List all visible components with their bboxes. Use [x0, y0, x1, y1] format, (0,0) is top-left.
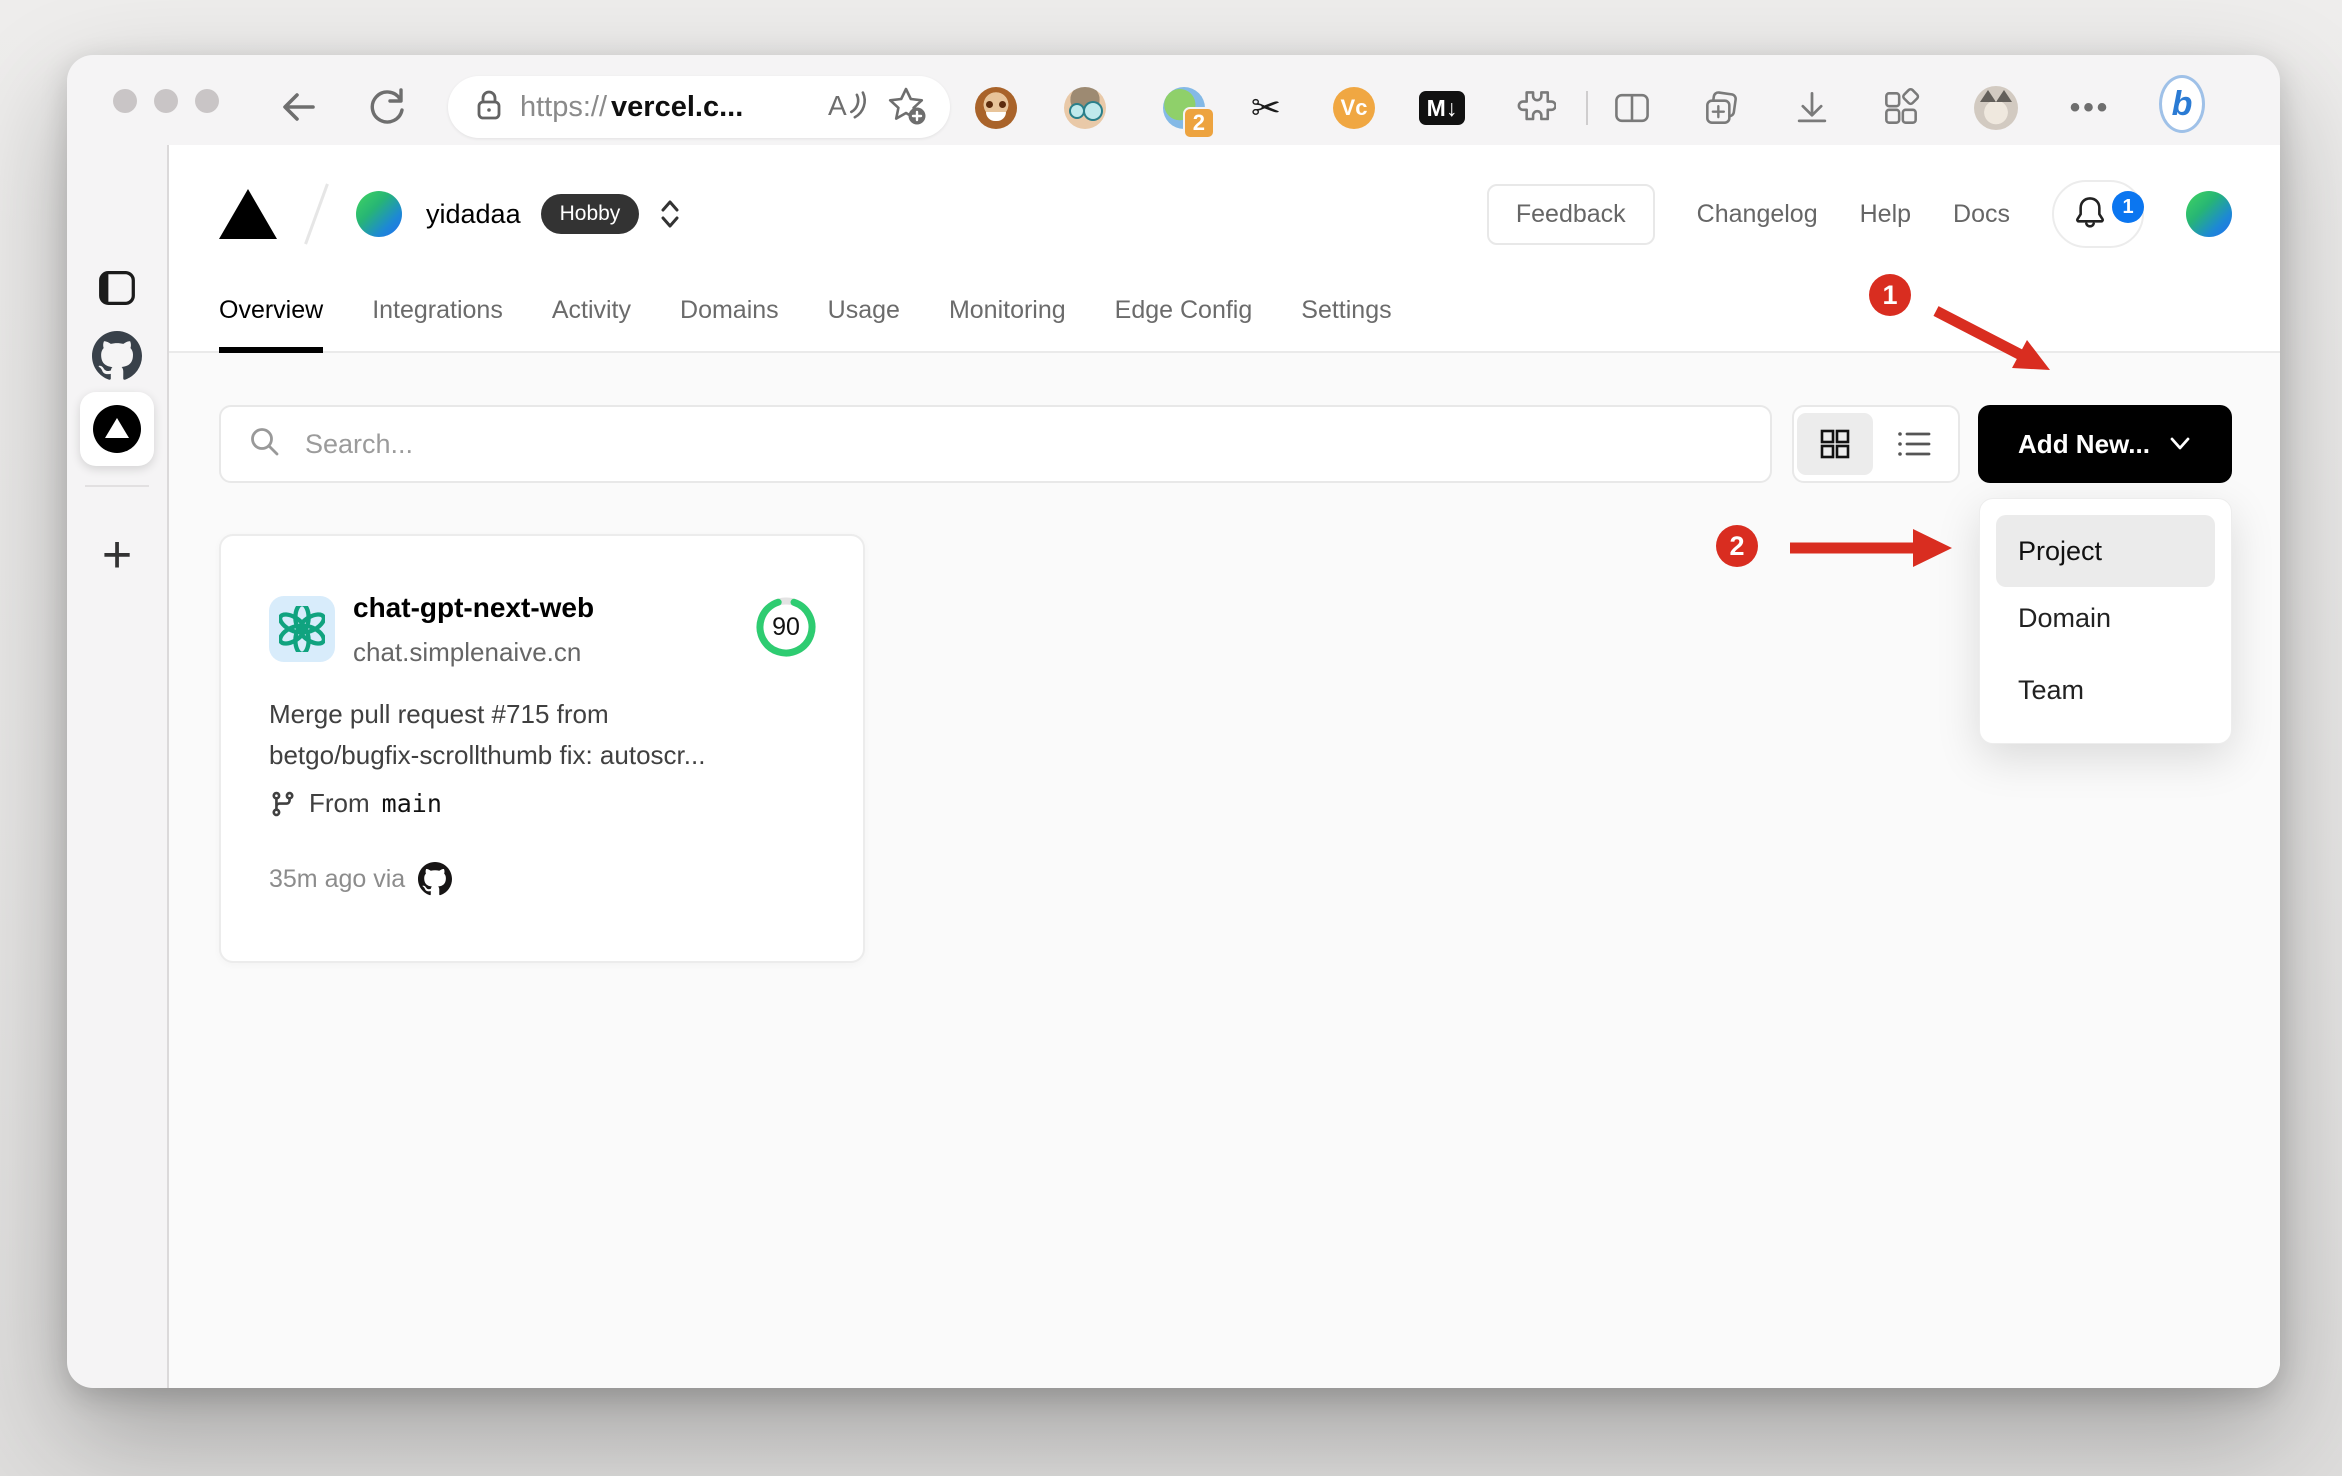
notifications-button[interactable]: 1	[2052, 180, 2144, 248]
zoom-window-button[interactable]	[195, 89, 219, 113]
menu-item-domain[interactable]: Domain	[2018, 603, 2111, 634]
add-new-menu: Project Domain Team	[1979, 498, 2232, 744]
breadcrumb-slash	[304, 183, 329, 245]
view-toggle	[1792, 405, 1960, 483]
project-card[interactable]: chat-gpt-next-web chat.simplenaive.cn 90…	[219, 534, 865, 963]
extensions-puzzle-icon[interactable]	[1511, 85, 1557, 131]
bing-chat-icon[interactable]: b	[2159, 75, 2205, 133]
vercel-tab-active[interactable]	[80, 392, 154, 466]
downloads-icon[interactable]	[1789, 85, 1835, 131]
tab-edge-config[interactable]: Edge Config	[1115, 296, 1253, 353]
project-favicon	[269, 596, 335, 662]
collections-icon[interactable]	[1699, 85, 1745, 131]
list-view-button[interactable]	[1876, 413, 1952, 475]
tab-settings[interactable]: Settings	[1301, 296, 1391, 353]
apps-icon[interactable]	[1878, 85, 1924, 131]
toggle-sidebar-icon[interactable]	[67, 265, 167, 311]
project-name[interactable]: chat-gpt-next-web	[353, 592, 594, 624]
add-favorite-icon[interactable]	[884, 83, 928, 132]
project-domain[interactable]: chat.simplenaive.cn	[353, 637, 581, 668]
plan-badge: Hobby	[540, 194, 640, 234]
back-icon[interactable]	[275, 84, 321, 130]
user-avatar[interactable]	[2186, 191, 2232, 237]
sidebar-divider	[85, 485, 149, 487]
minimize-window-button[interactable]	[154, 89, 178, 113]
lock-icon	[472, 86, 506, 129]
git-branch-icon	[272, 791, 294, 816]
add-new-button[interactable]: Add New...	[1978, 405, 2232, 483]
vercel-dashboard-page: yidadaa Hobby Feedback Changelog Help Do…	[169, 145, 2280, 1388]
tab-activity[interactable]: Activity	[552, 296, 631, 353]
docs-link[interactable]: Docs	[1953, 200, 2010, 229]
github-tab-icon[interactable]	[67, 331, 167, 381]
vercel-tab-icon	[93, 405, 141, 453]
close-window-button[interactable]	[113, 89, 137, 113]
url-scheme: https://	[520, 90, 608, 123]
branch-label: From	[309, 788, 370, 818]
bell-icon	[2076, 197, 2104, 228]
changelog-link[interactable]: Changelog	[1697, 200, 1818, 229]
tab-overview[interactable]: Overview	[219, 296, 324, 353]
tab-monitoring[interactable]: Monitoring	[949, 296, 1066, 353]
extension-markdown-icon[interactable]: M↓	[1419, 85, 1465, 131]
more-menu-icon[interactable]: •••	[2067, 85, 2113, 131]
help-link[interactable]: Help	[1860, 200, 1911, 229]
address-bar[interactable]: https:// vercel.c... A	[448, 76, 950, 138]
search-icon	[247, 424, 283, 465]
grid-view-icon	[1820, 429, 1850, 459]
vercel-logo[interactable]	[219, 189, 277, 239]
deployment-meta: 35m ago via	[269, 862, 453, 896]
tab-integrations[interactable]: Integrations	[372, 296, 503, 353]
extension-scissors-icon[interactable]: ✂	[1243, 85, 1289, 131]
url-host: vercel.c...	[611, 90, 744, 123]
tab-domains[interactable]: Domains	[680, 296, 779, 353]
chevron-down-icon	[2170, 437, 2190, 450]
extension-tab-manager-icon[interactable]: 2	[1161, 85, 1215, 139]
score-value: 90	[772, 612, 800, 641]
team-name[interactable]: yidadaa	[426, 199, 521, 230]
svg-text:A: A	[828, 90, 847, 121]
annotation-step-1: 1	[1869, 274, 1911, 316]
team-avatar[interactable]	[356, 191, 402, 237]
github-icon	[418, 862, 453, 896]
commit-message: Merge pull request #715 from betgo/bugfi…	[269, 699, 706, 770]
new-tab-icon[interactable]: +	[67, 529, 167, 581]
lighthouse-score[interactable]: 90	[753, 594, 819, 660]
reload-icon[interactable]	[365, 84, 411, 130]
project-search[interactable]	[219, 405, 1772, 483]
list-view-icon	[1898, 432, 1931, 456]
menu-item-team[interactable]: Team	[2018, 675, 2084, 706]
branch-name: main	[381, 789, 442, 818]
menu-item-project[interactable]: Project	[1996, 515, 2215, 587]
browser-window: https:// vercel.c... A 2 ✂ Vc M↓ ••• b +…	[67, 55, 2280, 1388]
dashboard-content: Add New... Project Domain Team	[169, 353, 2280, 1388]
add-new-label: Add New...	[2018, 428, 2150, 459]
vercel-header: yidadaa Hobby Feedback Changelog Help Do…	[169, 145, 2280, 353]
grid-view-button[interactable]	[1797, 413, 1873, 475]
notification-count-badge: 1	[2112, 191, 2144, 223]
feedback-button[interactable]: Feedback	[1486, 183, 1655, 245]
team-switcher-icon[interactable]	[655, 196, 685, 232]
extension-tampermonkey-icon[interactable]	[973, 85, 1019, 131]
read-aloud-icon[interactable]: A	[826, 85, 870, 130]
dashboard-tabs: Overview Integrations Activity Domains U…	[219, 296, 1392, 353]
profile-avatar[interactable]	[1973, 85, 2019, 131]
extension-badge: 2	[1182, 107, 1215, 139]
extension-vc-icon[interactable]: Vc	[1331, 85, 1377, 131]
search-input[interactable]	[303, 427, 1770, 461]
tab-usage[interactable]: Usage	[828, 296, 900, 353]
annotation-step-2: 2	[1716, 525, 1758, 567]
edge-sidebar: +	[67, 145, 169, 1388]
branch-row: From main	[269, 788, 442, 819]
toolbar-divider	[1586, 91, 1588, 125]
extension-avatar-icon[interactable]	[1062, 85, 1108, 131]
split-screen-icon[interactable]	[1609, 85, 1655, 131]
openai-logo-icon	[279, 606, 325, 652]
